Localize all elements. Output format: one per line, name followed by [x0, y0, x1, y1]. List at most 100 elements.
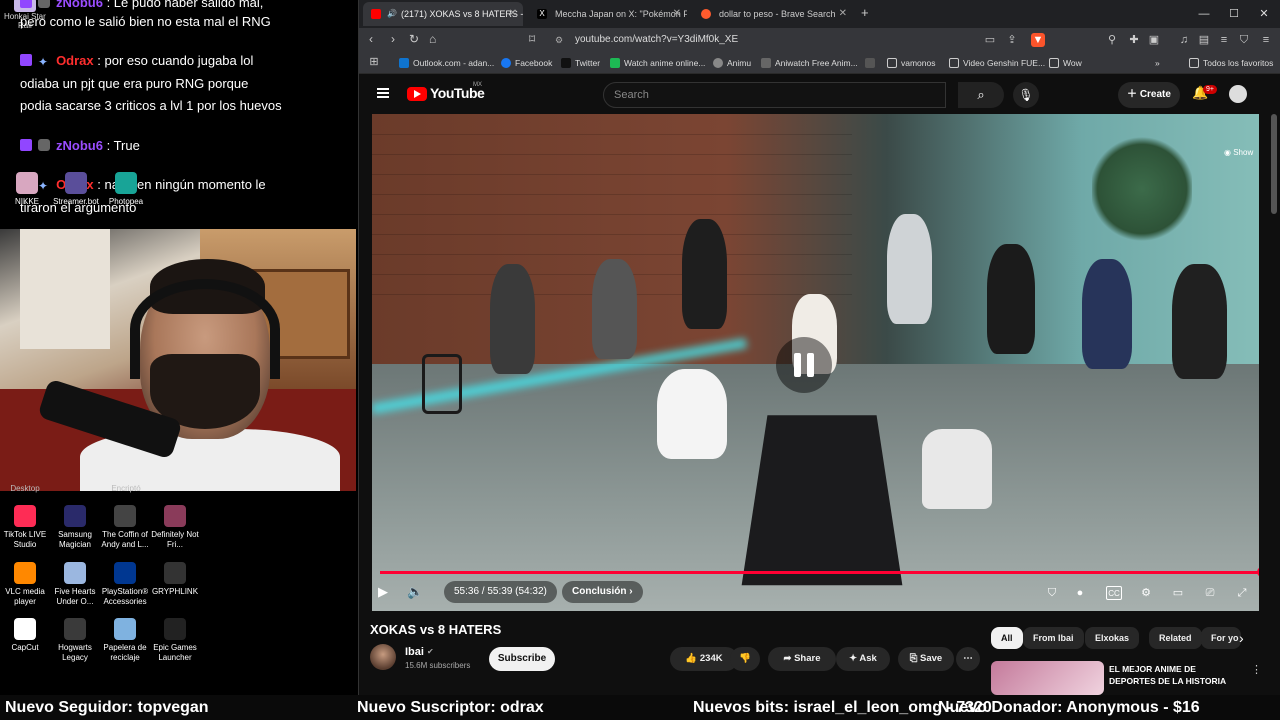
desktop-icon[interactable]: Epic Games Launcher — [150, 618, 200, 663]
desktop-icon[interactable]: CapCut — [0, 618, 50, 653]
bookmark-outlook[interactable]: Outlook.com - adan... — [399, 56, 494, 70]
empty-chair — [422, 354, 462, 414]
recommended-menu-icon[interactable]: ⋮ — [1251, 663, 1262, 676]
autoplay-toggle-icon[interactable]: ● — [1072, 586, 1088, 600]
bookmark-page-icon[interactable]: ⌑ — [529, 32, 535, 46]
tab-brave-search[interactable]: dollar to peso - Brave Search ✕ — [693, 2, 853, 26]
desktop-icon-nikke[interactable]: NIKKE — [2, 172, 52, 207]
bookmark-all-favorites[interactable]: Todos los favoritos — [1189, 56, 1273, 70]
close-window-button[interactable]: ✕ — [1249, 0, 1279, 28]
menu-icon[interactable]: ≡ — [1259, 33, 1273, 47]
desktop-icon[interactable]: Papelera de reciclaje — [100, 618, 150, 663]
bookmark-aniwatch[interactable]: Aniwatch Free Anim... — [761, 56, 858, 70]
desktop-icon[interactable]: PlayStation® Accessories — [100, 562, 150, 607]
more-bookmarks-icon[interactable]: » — [1155, 56, 1160, 70]
desktop-icon-label: Samsung Magician — [58, 530, 92, 549]
create-button[interactable]: ＋ Create — [1118, 82, 1180, 108]
chip-all[interactable]: All — [991, 627, 1023, 649]
url-input[interactable]: ⚙ youtube.com/watch?v=Y3diMf0k_XE — [547, 30, 1047, 50]
tab-twitter[interactable]: X Meccha Japan on X: "Pokémon Fit - P ✕ — [529, 2, 687, 26]
reload-button[interactable]: ↻ — [409, 32, 419, 46]
chapter-button[interactable]: Conclusión › — [562, 581, 643, 603]
youtube-logo-icon[interactable] — [407, 87, 427, 101]
pause-overlay-icon[interactable] — [776, 337, 832, 393]
site-info-icon[interactable]: ⚙ — [555, 30, 563, 50]
sidebar-icon[interactable]: ▣ — [1147, 33, 1161, 47]
chips-next-icon[interactable]: › — [1239, 630, 1244, 646]
desktop-icon[interactable]: VLC media player — [0, 562, 50, 607]
more-actions-icon[interactable]: ⋯ — [956, 647, 980, 671]
desktop-icon[interactable]: Definitely Not Fri... — [150, 505, 200, 550]
chip-for-you[interactable]: For yo — [1201, 627, 1241, 649]
voice-search-button[interactable]: 🎙 — [1013, 82, 1039, 108]
cast-icon[interactable]: ▭ — [983, 33, 997, 47]
reading-list-icon[interactable]: ≡ — [1217, 33, 1231, 47]
settings-gear-icon[interactable]: ⚙ — [1138, 586, 1154, 600]
home-button[interactable]: ⌂ — [429, 32, 436, 46]
desktop-icon[interactable]: The Coffin of Andy and L... — [100, 505, 150, 550]
wallet-icon[interactable]: ▤ — [1197, 33, 1211, 47]
bookmark-folder-genshin[interactable]: Video Genshin FUE... — [949, 56, 1045, 70]
forward-button[interactable]: › — [391, 32, 395, 46]
like-button[interactable]: 👍 234K — [670, 647, 738, 671]
captions-icon[interactable]: CC — [1106, 586, 1122, 600]
close-tab-icon[interactable]: ✕ — [509, 2, 517, 26]
bookmark-watch-anime[interactable]: Watch anime online... — [610, 56, 705, 70]
save-button[interactable]: ⎘ Save — [898, 647, 954, 671]
play-button[interactable]: ▶ — [378, 584, 388, 600]
chat-message-cont: podia sacarse 3 criticos a lvl 1 por los… — [20, 98, 282, 113]
brave-shields-icon[interactable]: ▼ — [1031, 33, 1045, 47]
dislike-button[interactable]: 👎 — [730, 647, 760, 671]
fullscreen-icon[interactable]: ⤢ — [1234, 586, 1250, 600]
desktop-icon[interactable]: TikTok LIVE Studio — [0, 505, 50, 550]
share-button[interactable]: ➦ Share — [768, 647, 836, 671]
tab-youtube[interactable]: 🔊 (2171) XOKAS vs 8 HATERS - Y ✕ — [363, 2, 523, 26]
sponsorblock-icon[interactable]: ⛉ — [1044, 586, 1060, 600]
search-input[interactable]: Search — [603, 82, 946, 108]
desktop-icon-label: Encriptó — [111, 484, 141, 493]
desktop-icon[interactable]: Hogwarts Legacy — [50, 618, 100, 663]
apps-grid-icon[interactable]: ⊞ — [367, 55, 381, 69]
maximize-button[interactable]: ☐ — [1219, 0, 1249, 28]
bookmark-twitter[interactable]: Twitter — [561, 56, 600, 70]
ask-button[interactable]: ✦ Ask — [836, 647, 890, 671]
hamburger-menu-icon[interactable] — [377, 88, 389, 98]
recommended-title[interactable]: EL MEJOR ANIME DE DEPORTES DE LA HISTORI… — [1109, 663, 1239, 687]
close-tab-icon[interactable]: ✕ — [839, 2, 847, 26]
progress-bar[interactable] — [380, 567, 1259, 577]
bookmark-folder-wow[interactable]: Wow — [1049, 56, 1082, 70]
minimize-button[interactable]: — — [1189, 0, 1219, 28]
bookmark-animu[interactable]: Animu — [713, 56, 751, 70]
show-button[interactable]: ◉ Show — [1224, 148, 1253, 157]
bookmark-facebook[interactable]: Facebook — [501, 56, 552, 70]
vpn-icon[interactable]: ⚲ — [1105, 33, 1119, 47]
cast-icon[interactable]: ⎚ — [1202, 586, 1218, 600]
desktop-icon[interactable]: Five Hearts Under O... — [50, 562, 100, 607]
desktop-icon[interactable]: GRYPHLINK — [150, 562, 200, 597]
chapter-label: Conclusión — [572, 586, 627, 597]
chip-from-ibai[interactable]: From Ibai — [1023, 627, 1084, 649]
desktop-icon-streamerbot[interactable]: Streamer.bot — [51, 172, 101, 207]
video-player[interactable]: ◉ Show ▶ 🔈 55:36 / 55:39 (54:32) Conclus… — [372, 114, 1259, 611]
subscribe-button[interactable]: Subscribe — [489, 647, 555, 671]
scrollbar[interactable] — [1271, 114, 1277, 214]
chip-related[interactable]: Related — [1149, 627, 1202, 649]
back-button[interactable]: ‹ — [369, 32, 373, 46]
desktop-icon-photopea[interactable]: Photopea — [101, 172, 151, 207]
chip-elxokas[interactable]: Elxokas — [1085, 627, 1140, 649]
channel-name[interactable]: Ibai — [405, 646, 424, 658]
search-button[interactable]: ⌕ — [958, 82, 1004, 108]
miniplayer-icon[interactable]: ▭ — [1170, 586, 1186, 600]
music-icon[interactable]: ♫ — [1177, 33, 1191, 47]
account-avatar[interactable] — [1229, 85, 1247, 103]
desktop-icon[interactable]: Samsung Magician — [50, 505, 100, 550]
close-tab-icon[interactable]: ✕ — [673, 2, 681, 26]
share-icon[interactable]: ⇪ — [1005, 33, 1019, 47]
recommended-thumbnail[interactable] — [991, 661, 1104, 695]
new-tab-button[interactable]: + — [861, 5, 869, 20]
shield-icon[interactable]: ⛉ — [1237, 33, 1251, 47]
bookmark-folder-vamonos[interactable]: vamonos — [887, 56, 936, 70]
volume-icon[interactable]: 🔈 — [407, 584, 423, 600]
channel-avatar[interactable] — [370, 644, 396, 670]
extensions-icon[interactable]: ✚ — [1127, 33, 1141, 47]
